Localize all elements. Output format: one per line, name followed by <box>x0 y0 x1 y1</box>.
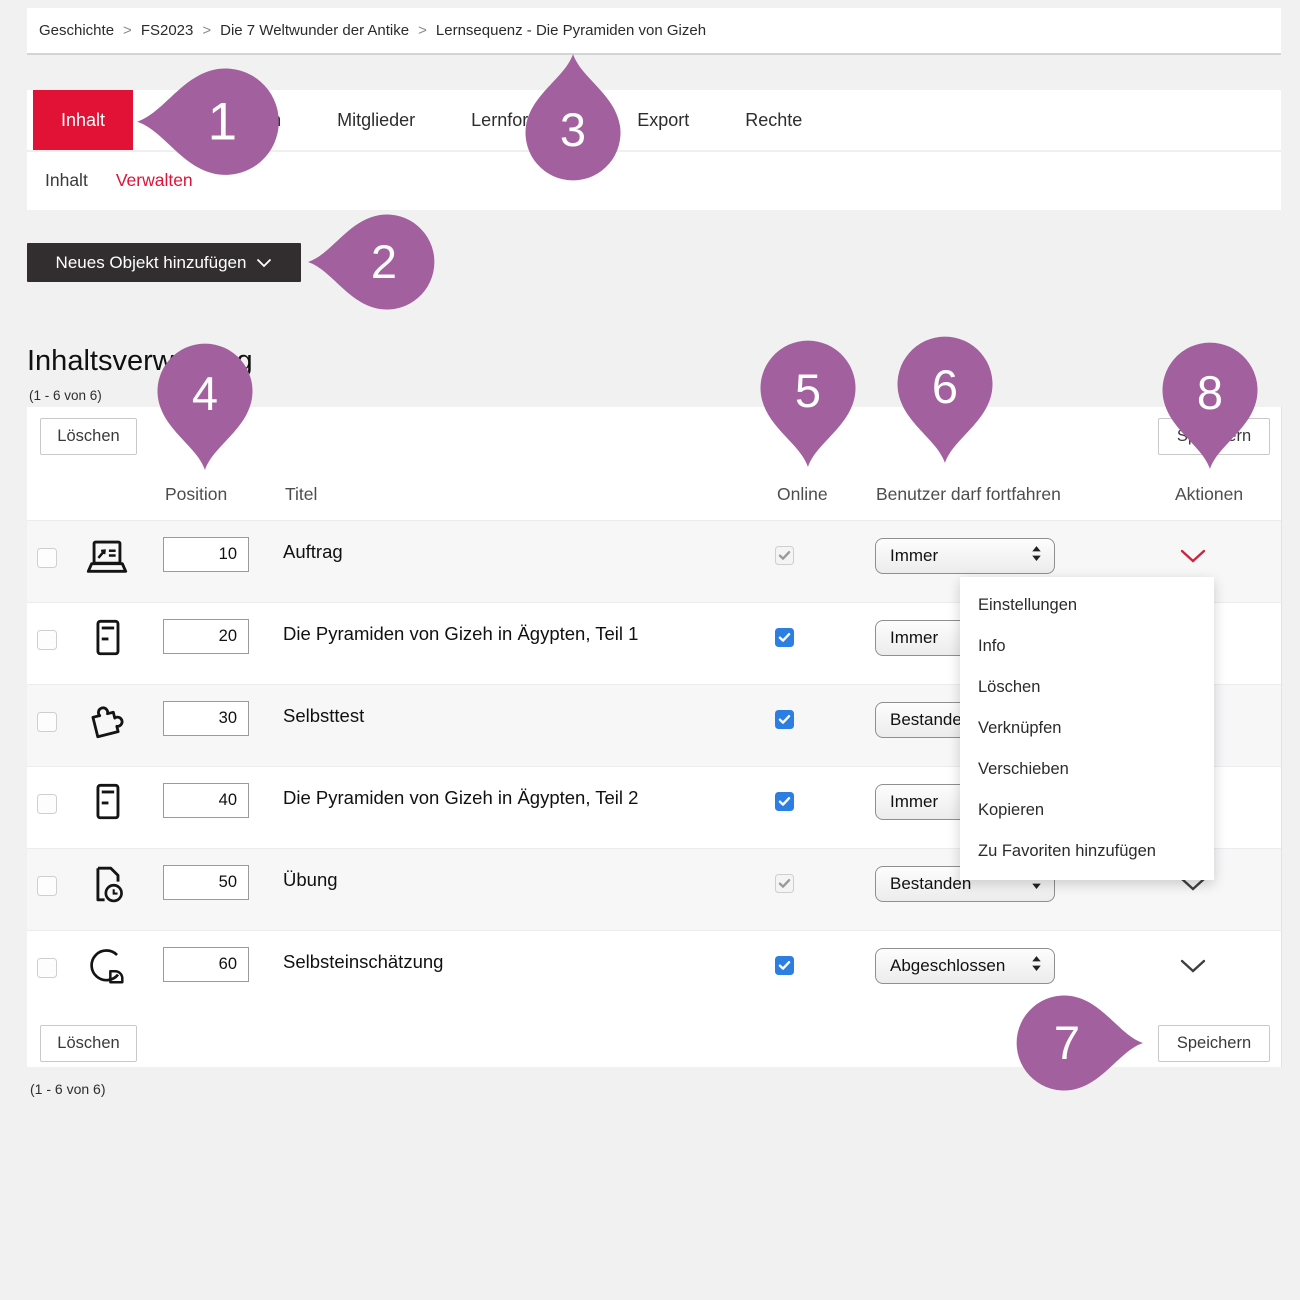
actions-dropdown-menu: Einstellungen Info Löschen Verknüpfen Ve… <box>960 577 1214 880</box>
menu-item-einstellungen[interactable]: Einstellungen <box>960 585 1214 626</box>
tab-rechte[interactable]: Rechte <box>745 90 802 150</box>
row-title: Die Pyramiden von Gizeh in Ägypten, Teil… <box>283 623 638 645</box>
tab-mitglieder[interactable]: Mitglieder <box>337 90 415 150</box>
puzzle-icon <box>83 695 131 745</box>
online-checkbox[interactable] <box>775 710 794 729</box>
row-select-checkbox[interactable] <box>37 958 57 978</box>
proceed-select-value: Immer <box>890 546 938 566</box>
breadcrumb-item-weltwunder[interactable]: Die 7 Weltwunder der Antike <box>220 22 409 39</box>
position-input[interactable] <box>163 701 249 736</box>
menu-item-info[interactable]: Info <box>960 626 1214 667</box>
row-select-checkbox[interactable] <box>37 712 57 732</box>
breadcrumb-item-lernsequenz[interactable]: Lernsequenz - Die Pyramiden von Gizeh <box>436 22 706 39</box>
annotation-number: 2 <box>334 238 434 285</box>
menu-item-loeschen[interactable]: Löschen <box>960 667 1214 708</box>
page-icon <box>83 613 131 663</box>
delete-button-top[interactable]: Löschen <box>40 418 137 455</box>
add-object-button[interactable]: Neues Objekt hinzufügen <box>27 243 301 282</box>
column-header-aktionen: Aktionen <box>1175 484 1243 505</box>
position-input[interactable] <box>163 537 249 572</box>
tab-bar: Inhalt Einstellungen Mitglieder Lernfort… <box>27 90 1281 150</box>
column-header-titel: Titel <box>285 484 317 505</box>
column-header-proceed: Benutzer darf fortfahren <box>876 484 1061 505</box>
chevron-down-icon <box>256 253 272 273</box>
tab-lernfortschritt[interactable]: Lernfortschritt <box>471 90 581 150</box>
online-checkbox[interactable] <box>775 956 794 975</box>
table-header-row: Position Titel Online Benutzer darf fort… <box>27 470 1281 520</box>
row-title: Auftrag <box>283 541 343 563</box>
tabs-block: Inhalt Einstellungen Mitglieder Lernfort… <box>27 90 1281 210</box>
online-checkbox <box>775 546 794 565</box>
result-count-bottom: (1 - 6 von 6) <box>30 1081 105 1097</box>
position-input[interactable] <box>163 783 249 818</box>
proceed-select[interactable]: Abgeschlossen <box>875 948 1055 984</box>
row-select-checkbox[interactable] <box>37 630 57 650</box>
tab-einstellungen[interactable]: Einstellungen <box>173 90 281 150</box>
file-clock-icon <box>83 859 131 909</box>
tab-export[interactable]: Export <box>637 90 689 150</box>
menu-item-verschieben[interactable]: Verschieben <box>960 749 1214 790</box>
row-title: Übung <box>283 869 338 891</box>
breadcrumb-item-geschichte[interactable]: Geschichte <box>39 22 114 39</box>
online-checkbox <box>775 874 794 893</box>
position-input[interactable] <box>163 619 249 654</box>
proceed-select-value: Immer <box>890 792 938 812</box>
tab-inhalt[interactable]: Inhalt <box>33 90 133 150</box>
proceed-select-value: Abgeschlossen <box>890 956 1005 976</box>
laptop-chart-icon <box>83 531 131 581</box>
select-stepper-icon <box>1031 545 1042 567</box>
save-button-top[interactable]: Speichern <box>1158 418 1270 455</box>
row-select-checkbox[interactable] <box>37 794 57 814</box>
breadcrumb-separator: > <box>123 22 132 39</box>
column-header-online: Online <box>777 484 828 505</box>
row-actions-chevron[interactable] <box>1180 958 1206 974</box>
save-button-bottom[interactable]: Speichern <box>1158 1025 1270 1062</box>
online-checkbox[interactable] <box>775 792 794 811</box>
breadcrumb-separator: > <box>418 22 427 39</box>
menu-item-verknuepfen[interactable]: Verknüpfen <box>960 708 1214 749</box>
menu-item-kopieren[interactable]: Kopieren <box>960 790 1214 831</box>
page-icon <box>83 777 131 827</box>
position-input[interactable] <box>163 865 249 900</box>
annotation-pin-2: 2 <box>306 212 436 317</box>
online-checkbox[interactable] <box>775 628 794 647</box>
delete-button-bottom[interactable]: Löschen <box>40 1025 137 1062</box>
page: Geschichte > FS2023 > Die 7 Weltwunder d… <box>0 0 1300 1300</box>
subtab-bar: Inhalt Verwalten <box>27 152 1281 208</box>
menu-item-favoriten[interactable]: Zu Favoriten hinzufügen <box>960 831 1214 872</box>
row-select-checkbox[interactable] <box>37 548 57 568</box>
row-title: Selbsteinschätzung <box>283 951 443 973</box>
proceed-select[interactable]: Immer <box>875 538 1055 574</box>
row-actions-chevron-open[interactable] <box>1180 548 1206 564</box>
result-count-top: (1 - 6 von 6) <box>29 388 102 403</box>
pie-circle-icon <box>83 941 131 991</box>
annotation-number: 6 <box>895 363 995 410</box>
row-select-checkbox[interactable] <box>37 876 57 896</box>
page-title: Inhaltsverwaltung <box>27 345 253 378</box>
row-title: Selbsttest <box>283 705 364 727</box>
subtab-inhalt[interactable]: Inhalt <box>45 170 88 191</box>
column-header-position: Position <box>165 484 227 505</box>
subtab-verwalten[interactable]: Verwalten <box>116 170 193 191</box>
row-title: Die Pyramiden von Gizeh in Ägypten, Teil… <box>283 787 638 809</box>
breadcrumb-item-fs2023[interactable]: FS2023 <box>141 22 194 39</box>
breadcrumb: Geschichte > FS2023 > Die 7 Weltwunder d… <box>27 8 1281 55</box>
table-row: Selbsteinschätzung Abgeschlossen <box>27 930 1281 1012</box>
breadcrumb-separator: > <box>202 22 211 39</box>
proceed-select-value: Immer <box>890 628 938 648</box>
add-object-button-label: Neues Objekt hinzufügen <box>56 253 247 273</box>
position-input[interactable] <box>163 947 249 982</box>
select-stepper-icon <box>1031 955 1042 977</box>
